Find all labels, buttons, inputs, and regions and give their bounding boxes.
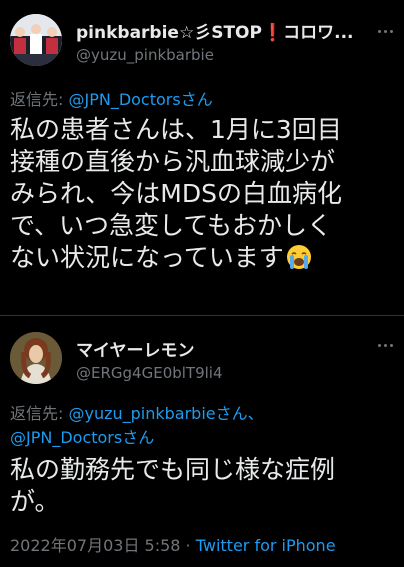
- tweet-text-line: 私の患者さんは、1月に3回目: [10, 115, 342, 144]
- avatar[interactable]: [10, 332, 62, 384]
- avatar-image: [10, 14, 62, 66]
- tweet-text-line: で、いつ急変してもおかしく: [10, 211, 333, 240]
- reply-context: 返信先: @JPN_Doctorsさん: [10, 86, 213, 110]
- reply-mention-link[interactable]: @JPN_Doctors: [10, 428, 122, 447]
- tweet-text-line: 接種の直後から汎血球減少が: [10, 147, 336, 176]
- meta-separator: ·: [180, 536, 196, 555]
- author-name[interactable]: マイヤーレモン: [76, 336, 195, 361]
- avatar-image: [10, 332, 62, 384]
- more-options-icon[interactable]: [378, 344, 394, 348]
- tweet-meta: 2022年07月03日 5:58 · Twitter for iPhone: [10, 532, 336, 556]
- tweet-text: 私の勤務先でも同じ様な症例 が。: [10, 454, 335, 518]
- tweet-text-line-last: ない状況になっています: [10, 242, 342, 278]
- reply-mention-link[interactable]: @JPN_Doctors: [68, 90, 180, 109]
- reply-suffix: さん: [180, 90, 213, 109]
- timestamp[interactable]: 2022年07月03日 5:58: [10, 536, 180, 555]
- tweet-text-line: が。: [10, 487, 60, 516]
- author-name[interactable]: pinkbarbie☆彡STOP❗️コロワ...: [76, 18, 376, 43]
- tweet-reply[interactable]: マイヤーレモン @ERGg4GE0blT9li4 返信先: @yuzu_pink…: [0, 316, 404, 567]
- reply-prefix: 返信先:: [10, 404, 69, 423]
- tweet-text-line: ない状況になっています: [10, 243, 284, 272]
- tweet-original[interactable]: pinkbarbie☆彡STOP❗️コロワ... @yuzu_pinkbarbi…: [0, 0, 404, 316]
- reply-suffix: さん、: [215, 404, 264, 423]
- loudly-crying-face-icon: [286, 244, 312, 278]
- more-options-icon[interactable]: [378, 30, 394, 34]
- tweet-text: 私の患者さんは、1月に3回目 接種の直後から汎血球減少が みられ、今はMDSの白…: [10, 114, 342, 278]
- tweet-text-line: みられ、今はMDSの白血病化: [10, 179, 342, 208]
- author-handle[interactable]: @ERGg4GE0blT9li4: [76, 364, 223, 382]
- reply-mention-link[interactable]: @yuzu_pinkbarbie: [68, 404, 215, 423]
- reply-suffix: さん: [122, 428, 155, 447]
- reply-prefix: 返信先:: [10, 90, 69, 109]
- author-handle[interactable]: @yuzu_pinkbarbie: [76, 46, 214, 64]
- reply-context: 返信先: @yuzu_pinkbarbieさん、 @JPN_Doctorsさん: [10, 402, 264, 450]
- tweet-text-line: 私の勤務先でも同じ様な症例: [10, 455, 336, 484]
- avatar[interactable]: [10, 14, 62, 66]
- source-link[interactable]: Twitter for iPhone: [196, 536, 336, 555]
